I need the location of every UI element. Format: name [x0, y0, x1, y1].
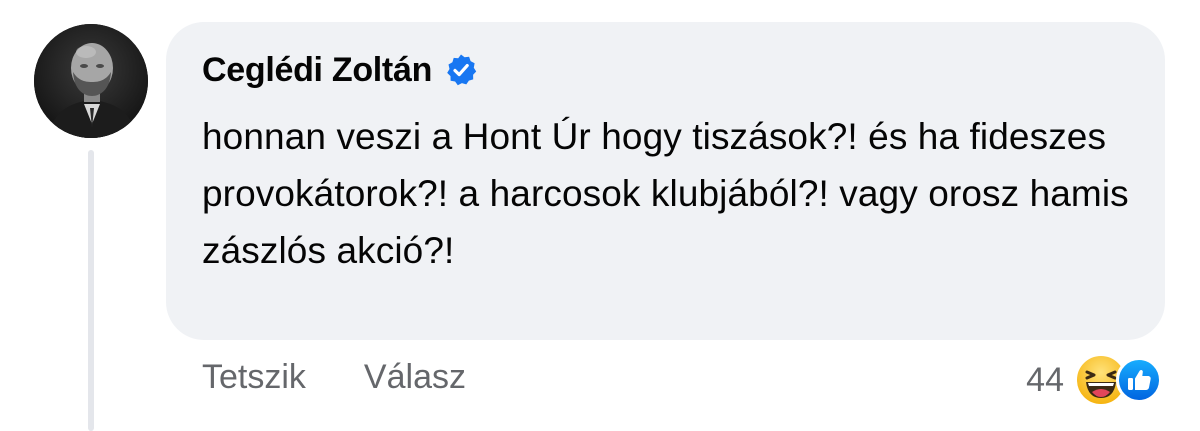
author-name[interactable]: Ceglédi Zoltán	[202, 51, 432, 90]
reaction-icons[interactable]	[1074, 353, 1168, 407]
reaction-count[interactable]: 44	[1026, 361, 1064, 400]
comment-text: honnan veszi a Hont Úr hogy tiszások?! é…	[202, 116, 1129, 271]
comment-bubble: Ceglédi Zoltán honnan veszi a Hont Úr ho…	[166, 22, 1165, 340]
verified-badge-icon	[444, 53, 478, 87]
avatar-photo-icon	[34, 24, 148, 138]
reactions-summary[interactable]: 44	[1026, 352, 1168, 408]
reply-thread-line	[88, 150, 94, 431]
comment-actions: Tetszik Válasz	[202, 358, 466, 397]
avatar[interactable]	[34, 24, 148, 138]
like-button[interactable]: Tetszik	[202, 358, 306, 397]
reply-button[interactable]: Válasz	[364, 358, 466, 397]
like-reaction-icon	[1116, 357, 1162, 403]
comment-author-row: Ceglédi Zoltán	[202, 48, 1135, 92]
